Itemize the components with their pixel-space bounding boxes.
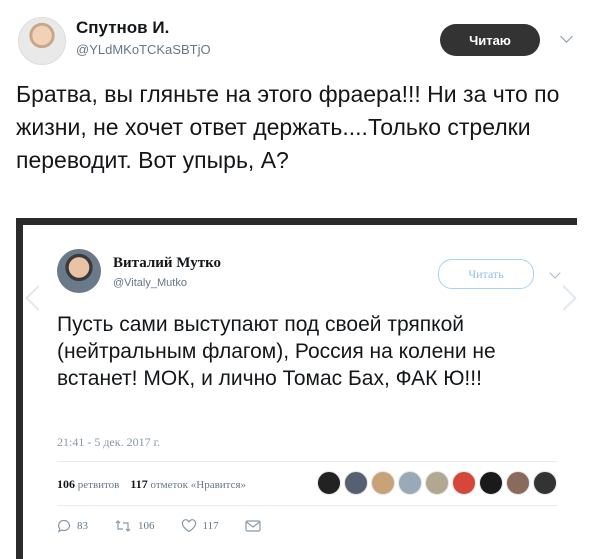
envelope-icon	[244, 520, 261, 532]
reply-icon	[58, 519, 70, 533]
author-name[interactable]: Спутнов И.	[76, 18, 169, 38]
likes-count: 117	[130, 477, 148, 491]
liker-avatars	[317, 471, 560, 495]
quoted-actions: 83 106 117	[57, 519, 293, 533]
reply-action: 83	[57, 519, 88, 533]
like-action: 117	[181, 519, 219, 533]
quoted-author-handle: @Vitaly_Mutko	[113, 277, 187, 289]
quoted-timestamp: 21:41 - 5 дек. 2017 г.	[57, 435, 161, 449]
retweet-action: 106	[114, 519, 155, 533]
chevron-down-icon[interactable]	[560, 30, 573, 43]
quoted-author-name: Виталий Мутко	[113, 255, 222, 271]
chevron-left-icon	[25, 285, 51, 311]
quoted-tweet-card: Виталий Мутко @Vitaly_Mutko Читать Пусть…	[23, 225, 577, 559]
retweets-label: ретвитов	[77, 479, 120, 491]
retweet-count: 106	[138, 520, 155, 532]
tweet-text: Братва, вы гляньте на этого фраера!!! Ни…	[16, 81, 560, 173]
message-action	[244, 520, 267, 532]
divider	[57, 505, 557, 506]
quoted-avatar	[57, 249, 101, 293]
reply-count: 83	[77, 520, 88, 532]
liker-avatar	[371, 471, 395, 495]
heart-icon	[181, 519, 196, 533]
quoted-follow-button: Читать	[438, 259, 534, 289]
liker-avatar	[317, 471, 341, 495]
liker-avatar	[533, 471, 557, 495]
chevron-right-icon	[551, 285, 577, 311]
tweet-media-screenshot[interactable]: Виталий Мутко @Vitaly_Mutko Читать Пусть…	[16, 218, 577, 559]
liker-avatar	[452, 471, 476, 495]
tweet-header: Спутнов И. @YLdMKoTCKaSBTjO Читаю	[16, 14, 581, 66]
liker-avatar	[398, 471, 422, 495]
liker-avatar	[506, 471, 530, 495]
liker-avatar	[479, 471, 503, 495]
likes-label: отметок «Нравится»	[150, 479, 247, 491]
liker-avatar	[344, 471, 368, 495]
like-count: 117	[202, 520, 219, 532]
retweet-icon	[115, 520, 131, 532]
author-handle[interactable]: @YLdMKoTCKaSBTjO	[76, 42, 211, 57]
following-button[interactable]: Читаю	[440, 24, 540, 56]
retweets-count: 106	[57, 477, 75, 491]
divider	[57, 461, 557, 462]
quoted-tweet-text: Пусть сами выступают под своей тряпкой (…	[57, 313, 496, 390]
liker-avatar	[425, 471, 449, 495]
chevron-down-icon	[549, 267, 561, 279]
quoted-stats: 106 ретвитов 117 отметок «Нравится»	[57, 477, 246, 492]
avatar[interactable]	[18, 17, 66, 65]
